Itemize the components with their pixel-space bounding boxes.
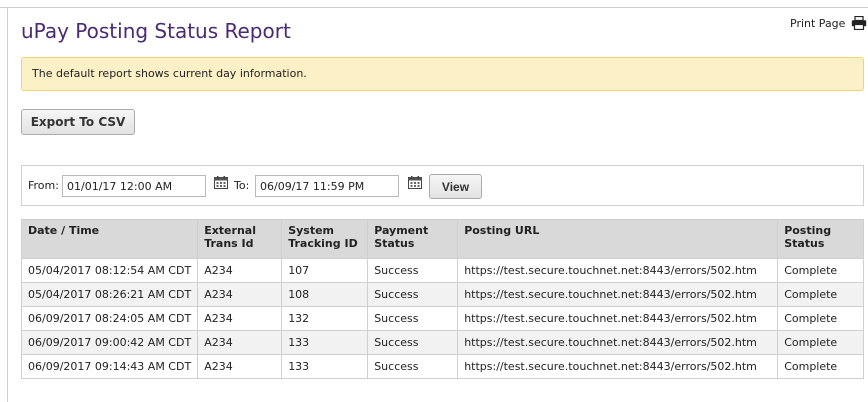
date-filter-bar: From: To: View	[21, 165, 864, 206]
cell-posting-status: Complete	[777, 354, 864, 379]
cell-posting-status: Complete	[777, 306, 864, 331]
print-page-label: Print Page	[790, 16, 846, 30]
cell-date-time: 05/04/2017 08:26:21 AM CDT	[20, 282, 199, 307]
to-date-field[interactable]	[255, 175, 399, 197]
cell-external-trans-id: A234	[197, 354, 283, 379]
cell-date-time: 05/04/2017 08:12:54 AM CDT	[20, 258, 199, 283]
info-notice: The default report shows current day inf…	[21, 57, 864, 91]
cell-external-trans-id: A234	[197, 330, 283, 355]
column-header-posting-status: Posting Status	[777, 219, 864, 259]
posting-status-table: Date / Time External Trans Id System Track…	[20, 219, 864, 379]
cell-posting-status: Complete	[777, 330, 864, 355]
cell-posting-url: https://test.secure.touchnet.net:8443/er…	[457, 306, 779, 331]
window-left-border	[7, 8, 8, 402]
table-header-row: Date / Time External Trans Id System Track…	[20, 219, 864, 259]
table-row: 05/04/2017 08:12:54 AM CDT A234 107 Succ…	[20, 258, 864, 283]
cell-posting-url: https://test.secure.touchnet.net:8443/er…	[457, 258, 779, 283]
table-row: 06/09/2017 08:24:05 AM CDT A234 132 Succ…	[20, 306, 864, 331]
calendar-icon[interactable]	[408, 176, 422, 189]
cell-posting-status: Complete	[777, 258, 864, 283]
cell-system-tracking-id: 133	[281, 330, 369, 355]
cell-external-trans-id: A234	[197, 258, 283, 283]
cell-posting-status: Complete	[777, 282, 864, 307]
cell-payment-status: Success	[367, 282, 459, 307]
table-row: 05/04/2017 08:26:21 AM CDT A234 108 Succ…	[20, 282, 864, 307]
cell-payment-status: Success	[367, 354, 459, 379]
column-header-posting-url: Posting URL	[457, 219, 779, 259]
cell-date-time: 06/09/2017 08:24:05 AM CDT	[20, 306, 199, 331]
cell-payment-status: Success	[367, 306, 459, 331]
cell-system-tracking-id: 132	[281, 306, 369, 331]
calendar-icon[interactable]	[214, 176, 228, 189]
print-page-link[interactable]: Print Page	[790, 16, 867, 30]
export-csv-button[interactable]: Export To CSV	[21, 109, 135, 135]
cell-posting-url: https://test.secure.touchnet.net:8443/er…	[457, 330, 779, 355]
cell-system-tracking-id: 107	[281, 258, 369, 283]
view-button[interactable]: View	[429, 174, 482, 199]
column-header-date-time: Date / Time	[20, 219, 199, 259]
cell-posting-url: https://test.secure.touchnet.net:8443/er…	[457, 354, 779, 379]
printer-icon	[852, 16, 867, 30]
cell-system-tracking-id: 133	[281, 354, 369, 379]
column-header-system-tracking-id: System Tracking ID	[281, 219, 369, 259]
cell-external-trans-id: A234	[197, 282, 283, 307]
table-row: 06/09/2017 09:00:42 AM CDT A234 133 Succ…	[20, 330, 864, 355]
cell-date-time: 06/09/2017 09:00:42 AM CDT	[20, 330, 199, 355]
cell-payment-status: Success	[367, 330, 459, 355]
cell-system-tracking-id: 108	[281, 282, 369, 307]
table-row: 06/09/2017 09:14:43 AM CDT A234 133 Succ…	[20, 354, 864, 379]
cell-posting-url: https://test.secure.touchnet.net:8443/er…	[457, 282, 779, 307]
cell-external-trans-id: A234	[197, 306, 283, 331]
page-title: uPay Posting Status Report	[21, 19, 291, 43]
column-header-external-trans-id: External Trans Id	[197, 219, 283, 259]
window-top-border	[0, 0, 868, 8]
column-header-payment-status: Payment Status	[367, 219, 459, 259]
cell-date-time: 06/09/2017 09:14:43 AM CDT	[20, 354, 199, 379]
to-label: To:	[234, 179, 250, 192]
from-date-field[interactable]	[62, 175, 206, 197]
from-label: From:	[28, 179, 59, 192]
cell-payment-status: Success	[367, 258, 459, 283]
